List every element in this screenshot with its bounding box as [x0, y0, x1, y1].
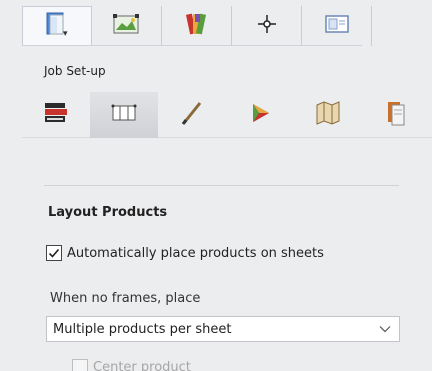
pen-icon [179, 99, 205, 131]
target-crosshair-icon [256, 13, 278, 39]
auto-place-checkbox[interactable] [46, 245, 62, 261]
tab-target[interactable] [232, 6, 302, 46]
tab-window[interactable] [302, 6, 372, 46]
layout-grid-icon [110, 103, 138, 127]
auto-place-label: Automatically place products on sheets [67, 245, 324, 261]
color-swatch-icon [185, 11, 209, 41]
document-pages-icon [384, 99, 408, 131]
tool-marks[interactable] [158, 92, 226, 138]
auto-place-checkbox-row[interactable]: Automatically place products on sheets [46, 245, 324, 261]
folded-map-icon [314, 99, 342, 131]
section-label: Job Set-up [44, 64, 106, 78]
tab-underline [22, 45, 362, 46]
placement-select[interactable]: Multiple products per sheet [46, 316, 400, 342]
layout-products-heading: Layout Products [48, 205, 168, 220]
tool-row [22, 92, 432, 138]
checkmark-icon [48, 248, 60, 258]
placement-select-value: Multiple products per sheet [53, 321, 232, 337]
tool-color[interactable] [226, 92, 294, 138]
top-tab-bar: ▾ [22, 6, 372, 46]
book-stack-icon [41, 98, 71, 132]
no-frames-label: When no frames, place [50, 291, 201, 306]
layout-preview-icon [112, 12, 142, 40]
chevron-down-icon [379, 322, 391, 337]
tab-layout-preview[interactable] [92, 6, 162, 46]
tool-fold[interactable] [294, 92, 362, 138]
center-product-row: Center product [72, 359, 191, 371]
tab-colors[interactable] [162, 6, 232, 46]
window-panel-icon [324, 13, 350, 39]
tool-products[interactable] [22, 92, 90, 138]
tool-layout[interactable] [90, 92, 158, 138]
section-divider [44, 185, 399, 186]
color-triangle-icon [247, 100, 273, 130]
chevron-down-icon[interactable]: ▾ [63, 29, 68, 39]
center-product-checkbox [72, 359, 88, 371]
tab-job-setup[interactable]: ▾ [22, 6, 92, 46]
tool-output[interactable] [362, 92, 430, 138]
center-product-label: Center product [93, 359, 191, 371]
